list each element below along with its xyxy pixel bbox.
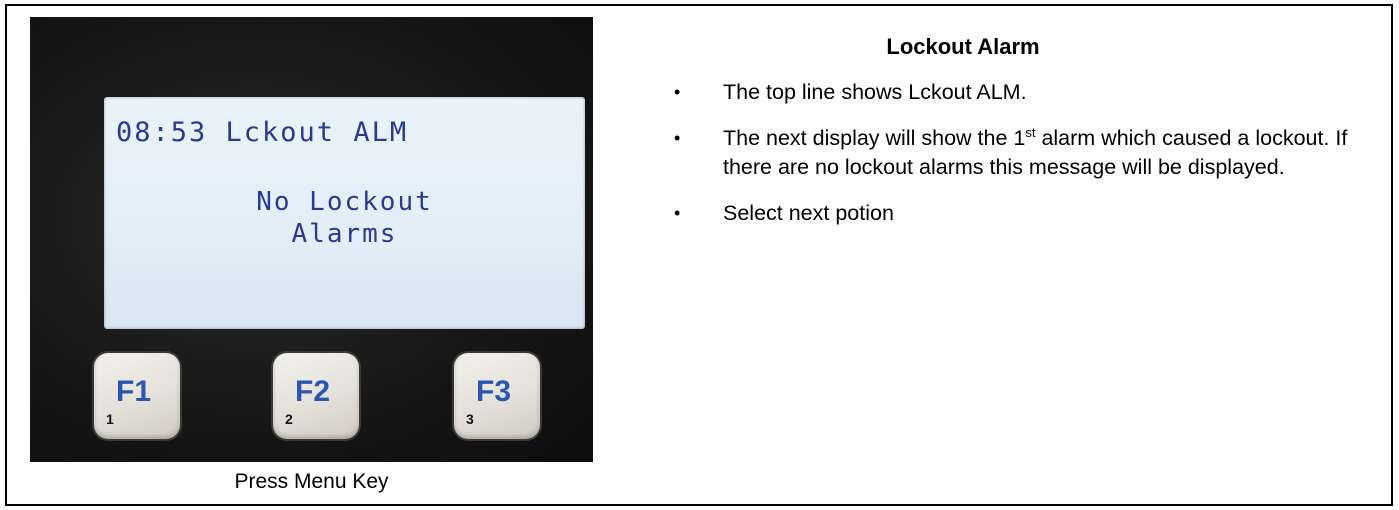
f1-key[interactable]: F1 1 xyxy=(94,353,180,439)
lcd-status-line: 08:53 Lckout ALM xyxy=(116,117,409,148)
f2-key-label: F2 xyxy=(295,375,331,408)
f2-key-number: 2 xyxy=(285,411,293,427)
f2-key[interactable]: F2 2 xyxy=(273,353,359,439)
f1-key-label: F1 xyxy=(116,375,152,408)
lcd-message-line-1: No Lockout xyxy=(256,187,433,217)
list-item-text: Select next potion xyxy=(723,201,894,225)
lcd-message-line-2: Alarms xyxy=(291,219,398,249)
bullet-icon: • xyxy=(674,203,681,223)
list-item-text: The top line shows Lckout ALM. xyxy=(723,80,1027,104)
f3-key[interactable]: F3 3 xyxy=(454,353,540,439)
photo-caption: Press Menu Key xyxy=(234,470,389,493)
list-item: • The next display will show the 1st ala… xyxy=(650,124,1350,182)
list-item: • Select next potion xyxy=(650,199,1350,228)
lcd-screen: 08:53 Lckout ALM No Lockout Alarms xyxy=(104,97,585,329)
instruction-list: • The top line shows Lckout ALM. • The n… xyxy=(650,78,1350,245)
list-item-text: The next display will show the 1st alarm… xyxy=(723,126,1347,179)
section-title: Lockout Alarm xyxy=(886,34,1040,59)
f3-key-number: 3 xyxy=(466,411,474,427)
f1-key-number: 1 xyxy=(106,411,114,427)
ordinal-suffix: st xyxy=(1025,124,1036,140)
bullet-icon: • xyxy=(674,128,681,148)
bullet-icon: • xyxy=(674,82,681,102)
list-item: • The top line shows Lckout ALM. xyxy=(650,78,1350,107)
list-item-text-start: The next display will show the 1 xyxy=(723,126,1026,150)
controller-photo: 08:53 Lckout ALM No Lockout Alarms F1 1 … xyxy=(30,17,593,462)
f3-key-label: F3 xyxy=(476,375,512,408)
